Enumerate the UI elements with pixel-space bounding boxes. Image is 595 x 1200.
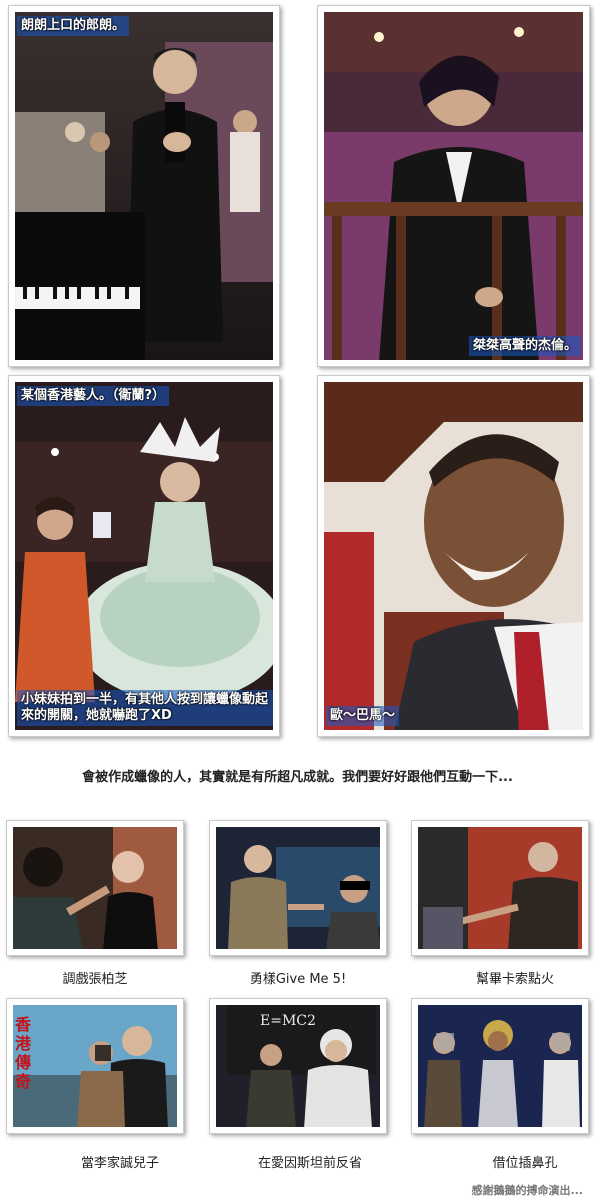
thumb-caption: 當李家誠兒子 — [80, 1156, 159, 1171]
thumb-photo — [411, 998, 589, 1134]
thumb-photo — [6, 820, 184, 956]
photo-caption: 歐～巴馬～ — [326, 706, 400, 726]
photo-caption: 某個香港藝人。（衛蘭?） — [17, 386, 170, 406]
thumb-photo — [411, 820, 589, 956]
photo-singer-image — [324, 12, 583, 360]
board-text: E=MC2 — [260, 1013, 316, 1029]
photo-singer: 桀桀高聲的杰倫。 — [317, 5, 590, 367]
photo-pianist-image — [15, 12, 273, 360]
thumb-photo: 香港傳奇 — [6, 998, 184, 1134]
photo-statesman-image — [324, 382, 583, 730]
thumb-scene — [216, 827, 380, 949]
photo-caption: 桀桀高聲的杰倫。 — [468, 336, 581, 356]
thumb-caption: 調戲張柏芝 — [62, 972, 128, 987]
thumb-photo: E=MC2 — [209, 998, 387, 1134]
singer-scene — [324, 12, 583, 360]
photo-caption: 朗朗上口的郎朗。 — [17, 16, 130, 36]
photo-pianist: 朗朗上口的郎朗。 — [8, 5, 280, 367]
thumb-scene — [418, 1005, 582, 1127]
poster-text: 香港傳奇 — [15, 1015, 32, 1091]
thumb-caption: 借位插鼻孔 — [492, 1156, 558, 1171]
ballgown-scene — [15, 382, 273, 730]
thumb-scene — [13, 1005, 177, 1127]
thumb-photo — [209, 820, 387, 956]
footer-credit: 感謝鵝鵝的搏命演出... — [471, 1184, 583, 1197]
thumb-caption: 幫畢卡索點火 — [475, 972, 554, 987]
photo-ballgown: 某個香港藝人。（衛蘭?） 小妹妹拍到一半，有其他人按到讓蠟像動起來的開關，她就嚇… — [8, 375, 280, 737]
photo-caption-bottom: 小妹妹拍到一半，有其他人按到讓蠟像動起來的開關，她就嚇跑了XD — [17, 690, 273, 726]
thumb-scene — [13, 827, 177, 949]
photo-ballgown-image — [15, 382, 273, 730]
thumb-scene — [418, 827, 582, 949]
thumb-caption: 勇樣Give Me 5! — [249, 972, 347, 987]
statesman-scene — [324, 382, 583, 730]
thumb-caption: 在愛因斯坦前反省 — [257, 1156, 362, 1171]
intro-text: 會被作成蠟像的人，其實就是有所超凡成就。我們要好好跟他們互動一下... — [82, 770, 513, 785]
photo-statesman: 歐～巴馬～ — [317, 375, 590, 737]
pianist-scene — [15, 12, 273, 360]
